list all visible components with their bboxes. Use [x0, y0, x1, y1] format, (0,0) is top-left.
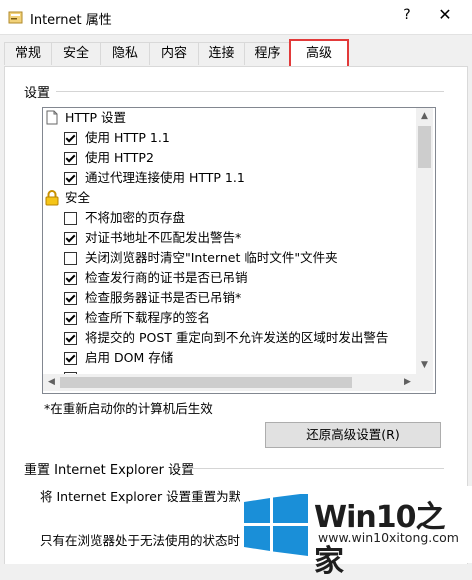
scroll-left-icon[interactable]: ◀	[43, 374, 60, 391]
checkbox[interactable]	[64, 312, 77, 325]
list-item-label: 不将加密的页存盘	[85, 210, 186, 225]
reset-group-divider	[186, 468, 444, 469]
scroll-right-icon[interactable]: ▶	[399, 374, 416, 391]
horizontal-scroll-thumb[interactable]	[60, 377, 352, 388]
tab-general[interactable]: 常规	[4, 42, 52, 65]
reset-group-label: 重置 Internet Explorer 设置	[24, 463, 195, 478]
restart-note: *在重新启动你的计算机后生效	[44, 401, 213, 416]
list-item-label: 关闭浏览器时清空"Internet 临时文件"文件夹	[85, 250, 338, 265]
watermark: Win10之家 www.win10xitong.com	[240, 486, 472, 579]
list-item-label: 检查所下载程序的签名	[85, 310, 211, 325]
checkbox[interactable]	[64, 292, 77, 305]
checkbox[interactable]	[64, 352, 77, 365]
vertical-scrollbar[interactable]: ▲ ▼	[416, 108, 433, 374]
close-button[interactable]: ✕	[434, 5, 456, 27]
reset-description-note: 只有在浏览器处于无法使用的状态时，	[40, 533, 253, 548]
tab-content[interactable]: 内容	[149, 42, 199, 65]
checkbox[interactable]	[64, 172, 77, 185]
tab-programs[interactable]: 程序	[244, 42, 291, 65]
scroll-up-icon[interactable]: ▲	[416, 108, 433, 125]
list-item-label: 将提交的 POST 重定向到不允许发送的区域时发出警告	[85, 330, 389, 345]
watermark-url: www.win10xitong.com	[318, 530, 459, 545]
title-bar: Internet 属性 ? ✕	[0, 0, 472, 35]
reset-description: 将 Internet Explorer 设置重置为默认	[40, 489, 254, 504]
lock-icon	[45, 190, 59, 206]
windows-logo-icon	[244, 494, 308, 556]
checkbox[interactable]	[64, 212, 77, 225]
internet-options-icon	[8, 11, 23, 24]
list-item-label: 安全	[65, 190, 91, 205]
tab-privacy[interactable]: 隐私	[100, 42, 150, 65]
settings-list[interactable]: HTTP 设置 使用 HTTP 1.1 使用 HTTP2 通过代理连接使用 HT…	[42, 107, 436, 394]
checkbox[interactable]	[64, 252, 77, 265]
settings-group-divider	[56, 91, 444, 92]
checkbox[interactable]	[64, 272, 77, 285]
list-item-label: 对证书地址不匹配发出警告*	[85, 230, 242, 245]
help-button[interactable]: ?	[398, 7, 416, 27]
list-item-label: 通过代理连接使用 HTTP 1.1	[85, 170, 245, 185]
list-item-label: HTTP 设置	[65, 110, 126, 125]
settings-group-label: 设置	[24, 86, 51, 101]
checkbox[interactable]	[64, 152, 77, 165]
scroll-down-icon[interactable]: ▼	[416, 357, 433, 374]
restore-advanced-settings-button[interactable]: 还原高级设置(R)	[265, 422, 441, 448]
horizontal-scrollbar[interactable]: ◀ ▶	[43, 374, 416, 391]
vertical-scroll-thumb[interactable]	[418, 126, 431, 168]
window-title: Internet 属性	[30, 13, 112, 28]
checkbox[interactable]	[64, 132, 77, 145]
tab-security[interactable]: 安全	[51, 42, 101, 65]
list-item-label: 检查服务器证书是否已吊销*	[85, 290, 242, 305]
list-item-label: 启用 DOM 存储	[85, 350, 174, 365]
scrollbar-corner	[416, 374, 433, 391]
checkbox[interactable]	[64, 232, 77, 245]
settings-list-items: HTTP 设置 使用 HTTP 1.1 使用 HTTP2 通过代理连接使用 HT…	[43, 108, 416, 374]
document-icon	[46, 110, 58, 125]
tab-connections[interactable]: 连接	[198, 42, 245, 65]
checkbox[interactable]	[64, 332, 77, 345]
tab-advanced[interactable]: 高级	[289, 39, 349, 67]
list-item-label: 使用 HTTP 1.1	[85, 130, 170, 145]
list-item-label: 检查发行商的证书是否已吊销	[85, 270, 248, 285]
list-item-label: 使用 HTTP2	[85, 150, 154, 165]
